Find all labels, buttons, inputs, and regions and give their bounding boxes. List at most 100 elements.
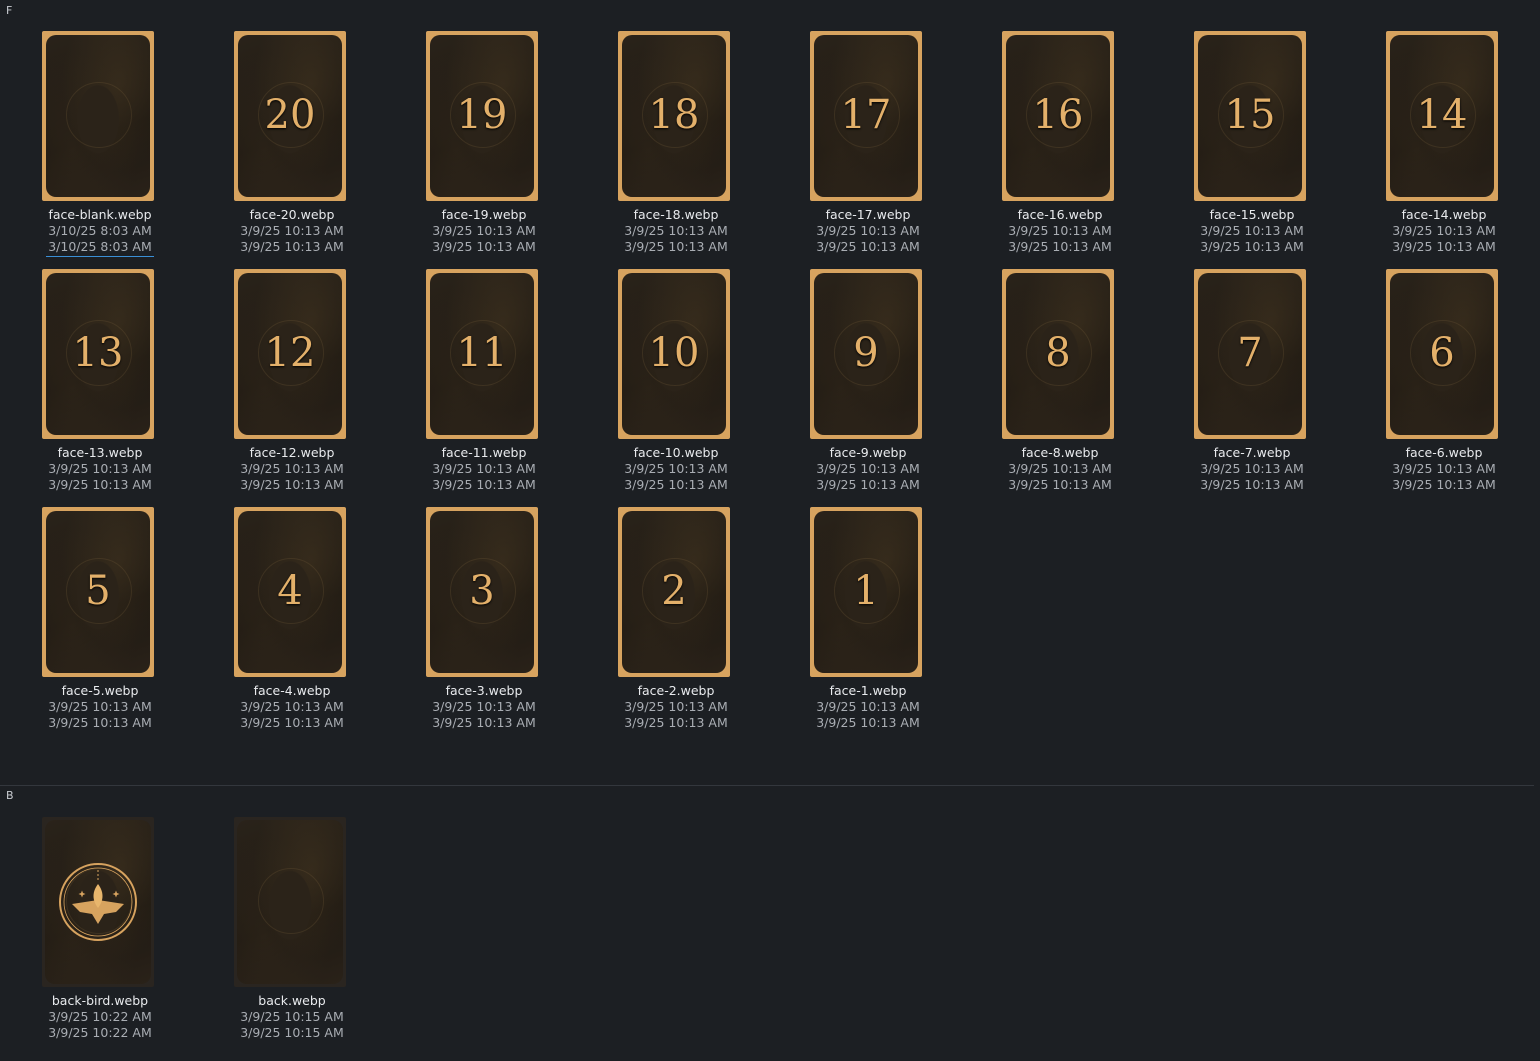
file-name[interactable]: face-12.webp xyxy=(194,445,390,460)
file-name[interactable]: face-18.webp xyxy=(578,207,774,222)
file-thumbnail[interactable]: 14 xyxy=(1386,31,1498,201)
group-divider xyxy=(0,785,1534,786)
file-tile[interactable]: 8 face-8.webp 3/9/25 10:13 AM 3/9/25 10:13 … xyxy=(962,269,1132,501)
file-thumbnail[interactable] xyxy=(234,817,346,987)
file-created-date: 3/9/25 10:13 AM xyxy=(1392,461,1496,476)
file-name[interactable]: face-5.webp xyxy=(2,683,198,698)
file-name[interactable]: face-7.webp xyxy=(1154,445,1350,460)
selection-indicator xyxy=(46,256,154,257)
file-thumbnail[interactable]: 5 xyxy=(42,507,154,677)
file-created-date: 3/9/25 10:13 AM xyxy=(1200,223,1304,238)
file-name[interactable]: face-6.webp xyxy=(1346,445,1540,460)
file-tile[interactable]: 2 face-2.webp 3/9/25 10:13 AM 3/9/25 10:13 … xyxy=(578,507,748,739)
file-created-date: 3/9/25 10:13 AM xyxy=(816,223,920,238)
file-tile[interactable]: 18 face-18.webp 3/9/25 10:13 AM 3/9/25 10:1… xyxy=(578,31,748,263)
file-thumbnail[interactable]: 20 xyxy=(234,31,346,201)
file-thumbnail[interactable]: 4 xyxy=(234,507,346,677)
card-number: 12 xyxy=(264,330,316,377)
file-modified-date: 3/9/25 10:13 AM xyxy=(432,477,536,492)
file-thumbnail[interactable]: 3 xyxy=(426,507,538,677)
file-thumbnail[interactable]: 16 xyxy=(1002,31,1114,201)
card-number: 7 xyxy=(1237,330,1263,377)
card-number: 1 xyxy=(853,568,879,615)
file-name[interactable]: face-9.webp xyxy=(770,445,966,460)
file-name[interactable]: face-17.webp xyxy=(770,207,966,222)
file-created-date: 3/9/25 10:13 AM xyxy=(48,461,152,476)
file-thumbnail[interactable]: 18 xyxy=(618,31,730,201)
file-tile[interactable]: 7 face-7.webp 3/9/25 10:13 AM 3/9/25 10:13 … xyxy=(1154,269,1324,501)
file-tile[interactable]: back-bird.webp 3/9/25 10:22 AM 3/9/25 10:2… xyxy=(2,817,172,1049)
file-tile[interactable]: face-blank.webp 3/10/25 8:03 AM 3/10/25 8:… xyxy=(2,31,172,263)
file-tile[interactable]: 10 face-10.webp 3/9/25 10:13 AM 3/9/25 10:1… xyxy=(578,269,748,501)
file-created-date: 3/9/25 10:13 AM xyxy=(432,461,536,476)
file-tile[interactable]: 1 face-1.webp 3/9/25 10:13 AM 3/9/25 10:13 … xyxy=(770,507,940,739)
file-tile[interactable]: 20 face-20.webp 3/9/25 10:13 AM 3/9/25 10:1… xyxy=(194,31,364,263)
file-tile[interactable]: 14 face-14.webp 3/9/25 10:13 AM 3/9/25 10:1… xyxy=(1346,31,1516,263)
file-tile[interactable]: 16 face-16.webp 3/9/25 10:13 AM 3/9/25 10:1… xyxy=(962,31,1132,263)
card-number: 9 xyxy=(853,330,879,377)
file-name[interactable]: face-1.webp xyxy=(770,683,966,698)
file-modified-date: 3/9/25 10:13 AM xyxy=(816,239,920,254)
file-tile[interactable]: 11 face-11.webp 3/9/25 10:13 AM 3/9/25 10:1… xyxy=(386,269,556,501)
file-name[interactable]: face-8.webp xyxy=(962,445,1158,460)
file-thumbnail[interactable]: 2 xyxy=(618,507,730,677)
file-tile[interactable]: 19 face-19.webp 3/9/25 10:13 AM 3/9/25 10:1… xyxy=(386,31,556,263)
file-tile[interactable]: 5 face-5.webp 3/9/25 10:13 AM 3/9/25 10:13 … xyxy=(2,507,172,739)
file-thumbnail[interactable]: 8 xyxy=(1002,269,1114,439)
file-thumbnail[interactable]: 15 xyxy=(1194,31,1306,201)
file-thumbnail[interactable] xyxy=(42,817,154,987)
card-number: 10 xyxy=(648,330,700,377)
file-thumbnail[interactable]: 7 xyxy=(1194,269,1306,439)
file-created-date: 3/9/25 10:15 AM xyxy=(240,1009,344,1024)
file-name[interactable]: face-blank.webp xyxy=(2,207,198,222)
file-created-date: 3/9/25 10:13 AM xyxy=(1200,461,1304,476)
file-tile[interactable]: 9 face-9.webp 3/9/25 10:13 AM 3/9/25 10:13 … xyxy=(770,269,940,501)
card-number: 13 xyxy=(72,330,124,377)
file-modified-date: 3/9/25 10:13 AM xyxy=(624,477,728,492)
file-thumbnail[interactable]: 12 xyxy=(234,269,346,439)
file-created-date: 3/9/25 10:13 AM xyxy=(432,223,536,238)
file-name[interactable]: face-14.webp xyxy=(1346,207,1540,222)
bird-emblem-icon xyxy=(58,862,138,942)
file-modified-date: 3/9/25 10:13 AM xyxy=(624,715,728,730)
file-thumbnail[interactable]: 10 xyxy=(618,269,730,439)
file-name[interactable]: face-15.webp xyxy=(1154,207,1350,222)
file-created-date: 3/9/25 10:13 AM xyxy=(624,461,728,476)
file-tile[interactable]: 3 face-3.webp 3/9/25 10:13 AM 3/9/25 10:13 … xyxy=(386,507,556,739)
file-tile[interactable]: 15 face-15.webp 3/9/25 10:13 AM 3/9/25 10:1… xyxy=(1154,31,1324,263)
file-name[interactable]: face-16.webp xyxy=(962,207,1158,222)
file-name[interactable]: face-10.webp xyxy=(578,445,774,460)
file-name[interactable]: back.webp xyxy=(194,993,390,1008)
file-modified-date: 3/9/25 10:22 AM xyxy=(48,1025,152,1040)
file-tile[interactable]: 6 face-6.webp 3/9/25 10:13 AM 3/9/25 10:13 … xyxy=(1346,269,1516,501)
file-created-date: 3/9/25 10:13 AM xyxy=(48,699,152,714)
file-thumbnail[interactable]: 13 xyxy=(42,269,154,439)
file-modified-date: 3/9/25 10:13 AM xyxy=(816,477,920,492)
file-created-date: 3/9/25 10:13 AM xyxy=(1392,223,1496,238)
file-tile[interactable]: 12 face-12.webp 3/9/25 10:13 AM 3/9/25 10:1… xyxy=(194,269,364,501)
file-name[interactable]: face-4.webp xyxy=(194,683,390,698)
file-modified-date: 3/9/25 10:13 AM xyxy=(240,715,344,730)
file-tile[interactable]: 4 face-4.webp 3/9/25 10:13 AM 3/9/25 10:13 … xyxy=(194,507,364,739)
file-thumbnail[interactable]: 6 xyxy=(1386,269,1498,439)
file-thumbnail[interactable]: 11 xyxy=(426,269,538,439)
file-name[interactable]: face-19.webp xyxy=(386,207,582,222)
file-thumbnail[interactable]: 9 xyxy=(810,269,922,439)
group-header-b: B xyxy=(6,789,14,802)
file-tile[interactable]: 17 face-17.webp 3/9/25 10:13 AM 3/9/25 10:1… xyxy=(770,31,940,263)
file-name[interactable]: face-2.webp xyxy=(578,683,774,698)
file-name[interactable]: face-11.webp xyxy=(386,445,582,460)
file-modified-date: 3/9/25 10:13 AM xyxy=(816,715,920,730)
file-created-date: 3/9/25 10:13 AM xyxy=(816,461,920,476)
file-name[interactable]: face-20.webp xyxy=(194,207,390,222)
file-tile[interactable]: 13 face-13.webp 3/9/25 10:13 AM 3/9/25 10:1… xyxy=(2,269,172,501)
file-thumbnail[interactable]: 17 xyxy=(810,31,922,201)
file-tile[interactable]: back.webp 3/9/25 10:15 AM 3/9/25 10:15 AM xyxy=(194,817,364,1049)
file-modified-date: 3/9/25 10:13 AM xyxy=(1200,477,1304,492)
file-thumbnail[interactable]: 1 xyxy=(810,507,922,677)
file-name[interactable]: face-3.webp xyxy=(386,683,582,698)
file-name[interactable]: back-bird.webp xyxy=(2,993,198,1008)
file-name[interactable]: face-13.webp xyxy=(2,445,198,460)
file-thumbnail[interactable] xyxy=(42,31,154,201)
file-thumbnail[interactable]: 19 xyxy=(426,31,538,201)
